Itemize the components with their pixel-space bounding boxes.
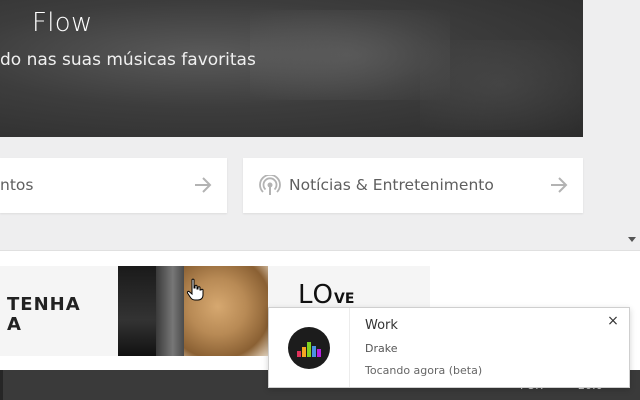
equalizer-icon bbox=[297, 342, 321, 357]
category-card-news[interactable]: Notícias & Entretenimento bbox=[243, 158, 583, 213]
arrow-right-icon bbox=[551, 177, 568, 193]
ad-logo: LOVE bbox=[298, 280, 354, 310]
close-icon[interactable]: × bbox=[606, 314, 620, 328]
ad-text: TENHA A bbox=[7, 294, 81, 335]
category-card[interactable]: ntos bbox=[0, 158, 227, 213]
category-card-label: ntos bbox=[0, 176, 34, 194]
scroll-down-icon[interactable] bbox=[627, 236, 637, 244]
ad-logo-text: LO bbox=[298, 280, 335, 310]
hand-cursor-icon bbox=[186, 278, 204, 301]
hero-banner[interactable]: Flow do nas suas músicas favoritas bbox=[0, 0, 583, 137]
track-title: Work bbox=[365, 318, 398, 333]
arrow-right-icon bbox=[195, 177, 212, 193]
ad-logo-small: VE bbox=[334, 291, 355, 307]
hero-subtitle: do nas suas músicas favoritas bbox=[0, 50, 256, 70]
taskbar-edge bbox=[0, 370, 3, 400]
podcast-icon bbox=[259, 175, 281, 195]
notification-toast[interactable]: Work Drake Tocando agora (beta) × bbox=[268, 307, 630, 388]
category-card-label: Notícias & Entretenimento bbox=[289, 176, 494, 194]
deezer-logo-icon bbox=[288, 327, 330, 369]
ad-photo bbox=[156, 266, 184, 356]
playback-status: Tocando agora (beta) bbox=[365, 364, 483, 377]
hero-title: Flow bbox=[32, 8, 93, 38]
track-artist: Drake bbox=[365, 342, 398, 355]
hero-background-blur bbox=[420, 40, 580, 130]
toast-divider bbox=[349, 308, 350, 387]
